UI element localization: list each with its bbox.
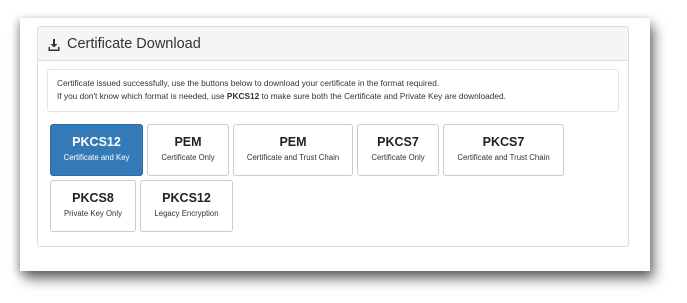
format-description: Certificate Only [371,153,425,162]
info-message: Certificate issued successfully, use the… [47,69,619,112]
format-description: Certificate Only [161,153,215,162]
panel-body: Certificate issued successfully, use the… [38,61,628,120]
pkcs12-certificate-and-key-button[interactable]: PKCS12 Certificate and Key [50,124,143,176]
format-name: PKCS8 [72,191,114,205]
format-name: PKCS7 [482,135,525,149]
info-line-2: If you don't know which format is needed… [57,90,609,103]
info-line-1: Certificate issued successfully, use the… [57,78,440,88]
format-description: Private Key Only [63,209,123,218]
pkcs7-certificate-only-button[interactable]: PKCS7 Certificate Only [357,124,439,176]
format-description: Certificate and Trust Chain [457,153,550,162]
panel-heading: Certificate Download [38,27,628,61]
certificate-download-panel: Certificate Download Certificate issued … [37,26,629,247]
pkcs12-legacy-encryption-button[interactable]: PKCS12 Legacy Encryption [140,180,233,232]
format-description: Legacy Encryption [154,209,219,218]
format-name: PEM [279,135,307,149]
info-recommended-format: PKCS12 [226,90,260,101]
download-icon [48,38,60,51]
info-line-2-prefix: If you don't know which format is needed… [57,90,227,101]
pem-certificate-only-button[interactable]: PEM Certificate Only [147,124,229,176]
pkcs7-certificate-and-trust-chain-button[interactable]: PKCS7 Certificate and Trust Chain [443,124,564,176]
format-name: PKCS12 [72,135,121,149]
panel-title: Certificate Download [67,35,201,52]
format-name: PKCS12 [162,191,211,205]
screenshot-frame: Certificate Download Certificate issued … [20,18,650,271]
format-name: PEM [174,135,202,149]
info-line-2-suffix: to make sure both the Certificate and Pr… [259,90,506,101]
format-description: Certificate and Trust Chain [246,153,340,162]
format-description: Certificate and Key [63,153,130,162]
format-name: PKCS7 [377,135,419,149]
pkcs8-private-key-only-button[interactable]: PKCS8 Private Key Only [50,180,136,232]
pem-certificate-and-trust-chain-button[interactable]: PEM Certificate and Trust Chain [233,124,353,176]
